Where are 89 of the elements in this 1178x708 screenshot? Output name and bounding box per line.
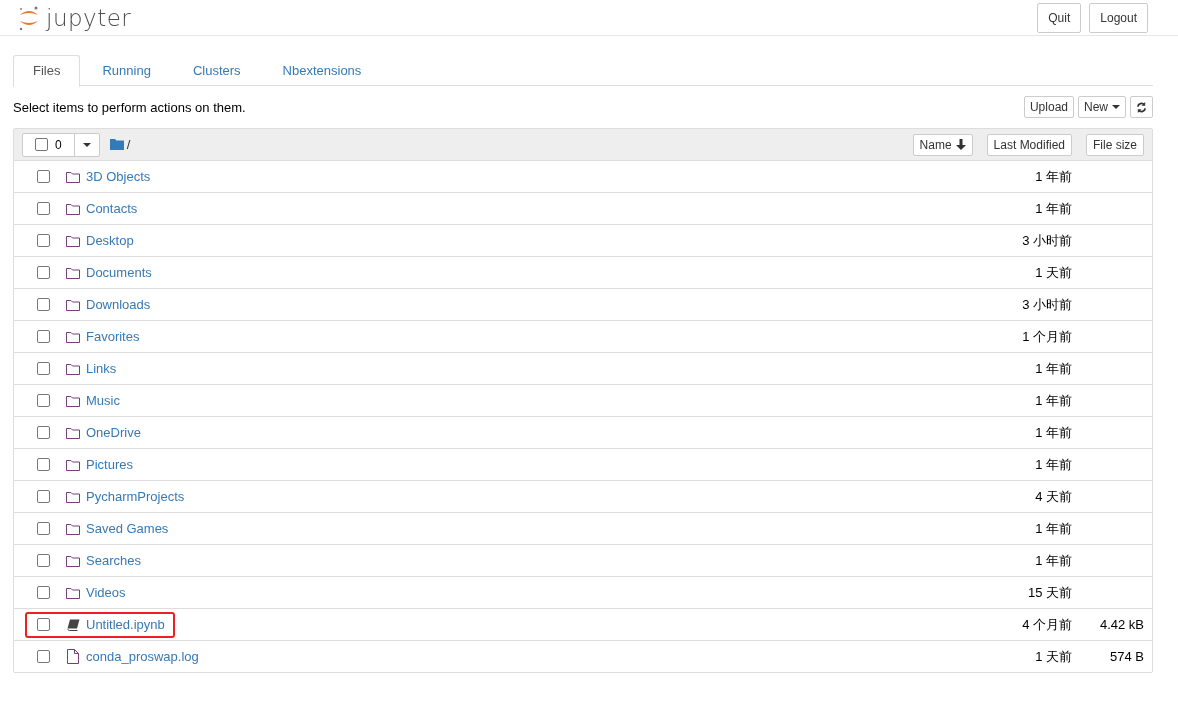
modified-time: 15 天前 (1026, 583, 1072, 602)
sort-button[interactable]: File size (1086, 133, 1144, 156)
folder-icon (66, 234, 80, 247)
modified-time: 4 天前 (1034, 487, 1072, 506)
new-dropdown-button[interactable]: New (1078, 96, 1126, 118)
folder-icon (66, 586, 80, 599)
row-checkbox[interactable] (37, 362, 50, 375)
folder-icon (66, 202, 80, 215)
row-checkbox[interactable] (37, 330, 50, 343)
upload-button[interactable]: Upload (1023, 96, 1074, 118)
row-checkbox[interactable] (37, 298, 50, 311)
folder-icon (66, 458, 80, 471)
modified-time: 1 年前 (1034, 167, 1072, 186)
modified-time: 1 年前 (1034, 455, 1072, 474)
row-checkbox[interactable] (37, 458, 50, 471)
row-checkbox[interactable] (37, 234, 50, 247)
modified-time: 1 年前 (1034, 199, 1072, 218)
modified-time: 1 年前 (1034, 551, 1072, 570)
item-link[interactable]: Saved Games (86, 521, 169, 536)
row-checkbox[interactable] (37, 650, 50, 663)
folder-icon (66, 490, 80, 503)
item-link[interactable]: OneDrive (86, 425, 141, 440)
selected-count: 0 (55, 137, 62, 152)
folder-icon (66, 426, 80, 439)
refresh-icon (1136, 101, 1147, 113)
folder-icon (66, 554, 80, 567)
caret-icon[interactable] (82, 142, 91, 147)
item-link[interactable]: Downloads (86, 297, 151, 312)
item-link[interactable]: Pictures (86, 457, 133, 472)
item-link[interactable]: Videos (86, 585, 126, 600)
row-checkbox[interactable] (37, 586, 50, 599)
caret-icon (1112, 105, 1120, 109)
row-checkbox[interactable] (37, 202, 50, 215)
item-link[interactable]: PycharmProjects (86, 489, 185, 504)
item-link[interactable]: Music (86, 393, 120, 408)
select-all-control[interactable]: 0 (22, 132, 100, 157)
item-link[interactable]: 3D Objects (86, 169, 151, 184)
quit-button[interactable]: Quit (1037, 2, 1082, 33)
tab[interactable]: Running (82, 55, 171, 85)
row-checkbox[interactable] (37, 426, 50, 439)
item-link[interactable]: Desktop (86, 233, 134, 248)
item-link[interactable]: Links (86, 361, 117, 376)
modified-time: 1 天前 (1034, 263, 1072, 282)
folder-icon (66, 330, 80, 343)
folder-icon (66, 362, 80, 375)
sort-button[interactable]: Last Modified (986, 133, 1072, 156)
logo-text: jupyter (46, 4, 132, 31)
folder-icon (66, 170, 80, 183)
tab[interactable]: Clusters (172, 55, 261, 85)
modified-time: 1 年前 (1034, 423, 1072, 442)
modified-time: 3 小时前 (1021, 295, 1072, 314)
path-link[interactable]: / (126, 137, 131, 152)
tab[interactable]: Nbextensions (262, 55, 382, 85)
arrow-down-icon (955, 139, 966, 150)
select-all-checkbox[interactable] (35, 138, 48, 151)
refresh-button[interactable] (1130, 96, 1153, 118)
folder-icon (66, 394, 80, 407)
item-link[interactable]: Untitled.ipynb (86, 617, 165, 632)
item-link[interactable]: Documents (86, 265, 152, 280)
modified-time: 1 天前 (1034, 647, 1072, 666)
item-link[interactable]: conda_proswap.log (86, 649, 199, 664)
modified-time: 4 个月前 (1021, 615, 1072, 634)
modified-time: 1 年前 (1034, 519, 1072, 538)
row-checkbox[interactable] (37, 490, 50, 503)
item-link[interactable]: Contacts (86, 201, 138, 216)
row-checkbox[interactable] (37, 394, 50, 407)
file-size: 4.42 kB (1099, 617, 1144, 632)
modified-time: 3 小时前 (1021, 231, 1072, 250)
folder-icon (66, 522, 80, 535)
row-checkbox[interactable] (37, 618, 50, 631)
row-checkbox[interactable] (37, 170, 50, 183)
logout-button[interactable]: Logout (1089, 2, 1148, 33)
sort-button[interactable]: Name (912, 133, 973, 156)
file-icon (67, 649, 79, 664)
modified-time: 1 个月前 (1021, 327, 1072, 346)
row-checkbox[interactable] (37, 266, 50, 279)
item-link[interactable]: Searches (86, 553, 141, 568)
book-icon (66, 618, 80, 631)
folder-icon (66, 266, 80, 279)
modified-time: 1 年前 (1034, 391, 1072, 410)
folder-icon[interactable] (109, 139, 124, 150)
modified-time: 1 年前 (1034, 359, 1072, 378)
instruction-text: Select items to perform actions on them. (13, 99, 246, 115)
tab[interactable]: Files (13, 55, 81, 87)
file-size: 574 B (1110, 649, 1144, 664)
row-checkbox[interactable] (37, 522, 50, 535)
folder-icon (66, 298, 80, 311)
row-checkbox[interactable] (37, 554, 50, 567)
item-link[interactable]: Favorites (86, 329, 140, 344)
